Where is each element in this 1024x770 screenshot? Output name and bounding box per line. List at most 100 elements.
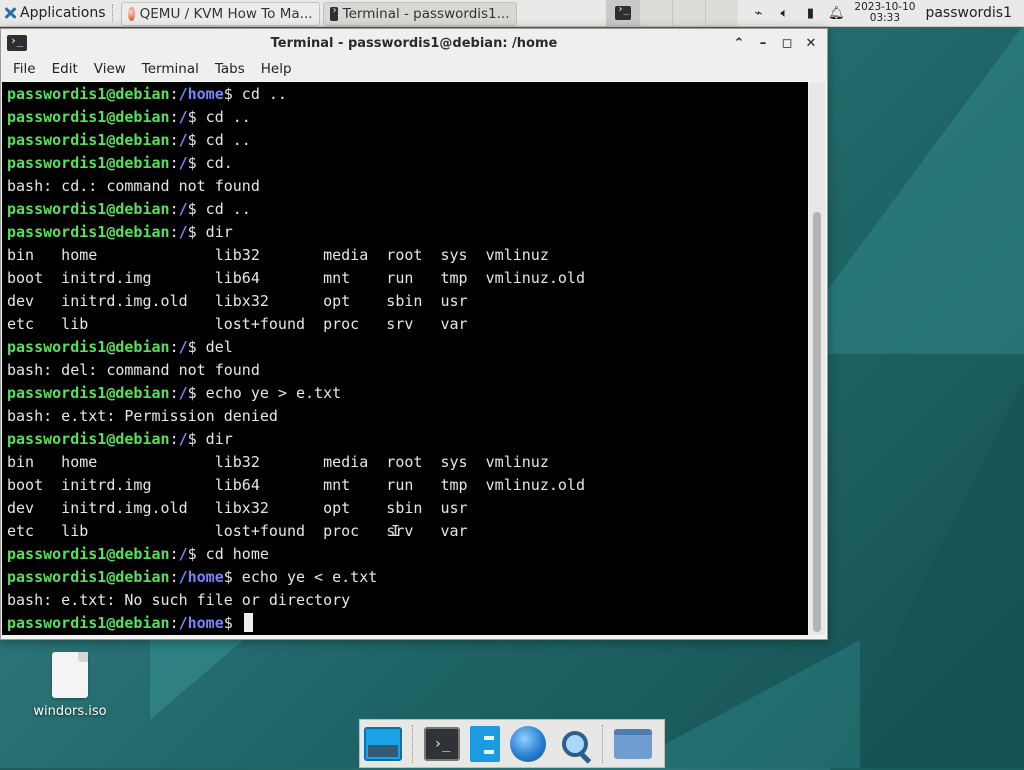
terminal-scrollbar[interactable]	[809, 82, 825, 635]
command-text: $ cd ..	[223, 85, 287, 103]
close-button[interactable]: ✕	[801, 33, 821, 53]
clock[interactable]: 2023-10-10 03:33	[854, 2, 915, 24]
terminal-line: etc lib lost+found proc srv var	[7, 520, 808, 543]
prompt-separator: :	[169, 131, 179, 149]
prompt-separator: :	[169, 200, 179, 218]
text-cursor-icon: I	[391, 522, 401, 540]
menu-edit[interactable]: Edit	[44, 61, 86, 77]
taskbar-item-label: QEMU / KVM How To Ma...	[139, 5, 313, 22]
prompt-separator: :	[169, 85, 179, 103]
terminal-line: passwordis1@debian:/$ cd ..	[7, 129, 808, 152]
app-finder-launcher-icon[interactable]	[556, 726, 592, 762]
notification-bell-icon[interactable]: 🔔︎	[828, 5, 845, 21]
terminal-line: bin home lib32 media root sys vmlinuz	[7, 244, 808, 267]
scrollbar-thumb[interactable]	[813, 212, 821, 632]
terminal-output[interactable]: passwordis1@debian:/home$ cd .. passwordi…	[2, 82, 808, 635]
workspace-2[interactable]	[639, 0, 673, 26]
prompt-user: passwordis1@debian	[7, 614, 170, 632]
panel-separator	[111, 4, 119, 22]
chevron-up-icon[interactable]: ⌃	[729, 33, 749, 53]
web-browser-launcher-icon[interactable]	[510, 725, 546, 762]
terminal-line: passwordis1@debian:/home$	[7, 612, 808, 635]
prompt-path: /	[178, 223, 188, 241]
prompt-path: /home	[178, 85, 224, 103]
window-titlebar[interactable]: Terminal - passwordis1@debian: /home ⌃ –…	[1, 29, 827, 57]
prompt-separator: :	[169, 545, 179, 563]
terminal-line: dev initrd.img.old libx32 opt sbin usr	[7, 290, 808, 313]
workspace-4[interactable]	[705, 0, 739, 26]
output-text: dev initrd.img.old libx32 opt sbin usr	[7, 292, 468, 310]
output-text: bin home lib32 media root sys vmlinuz	[7, 246, 549, 264]
folder-launcher-icon[interactable]	[614, 728, 652, 759]
prompt-path: /	[178, 430, 188, 448]
prompt-path: /	[178, 338, 188, 356]
terminal-line: passwordis1@debian:/$ cd.	[7, 152, 808, 175]
menu-view[interactable]: View	[86, 61, 134, 77]
output-text: bash: del: command not found	[7, 361, 260, 379]
menu-tabs[interactable]: Tabs	[207, 61, 253, 77]
volume-icon[interactable]: 🔈︎	[776, 5, 792, 21]
terminal-icon	[329, 5, 344, 21]
prompt-user: passwordis1@debian	[7, 338, 170, 356]
command-text: $	[223, 614, 242, 632]
prompt-path: /	[178, 384, 188, 402]
show-desktop-button[interactable]	[364, 726, 402, 761]
desktop-file-label: windors.iso	[33, 704, 107, 719]
command-text: $ cd ..	[187, 200, 251, 218]
network-icon[interactable]: ⌁	[750, 5, 766, 21]
taskbar-item-terminal[interactable]: Terminal - passwordis1...	[322, 1, 517, 26]
command-text: $ cd ..	[187, 131, 251, 149]
prompt-separator: :	[169, 384, 179, 402]
applications-label: Applications	[20, 5, 106, 21]
taskbar-item-browser[interactable]: QEMU / KVM How To Ma...	[120, 1, 320, 26]
terminal-line: passwordis1@debian:/$ dir	[7, 221, 808, 244]
dock-separator	[412, 724, 414, 763]
applications-menu-button[interactable]: Applications	[0, 0, 110, 26]
menu-help[interactable]: Help	[253, 61, 300, 77]
terminal-window: Terminal - passwordis1@debian: /home ⌃ –…	[0, 28, 828, 640]
prompt-user: passwordis1@debian	[7, 568, 170, 586]
taskbar-item-label: Terminal - passwordis1...	[342, 5, 510, 22]
battery-icon[interactable]: ▮	[802, 5, 818, 21]
top-panel: Applications QEMU / KVM How To Ma... Ter…	[0, 0, 1024, 27]
command-text: $ dir	[187, 430, 233, 448]
output-text: bin home lib32 media root sys vmlinuz	[7, 453, 549, 471]
menu-bar: File Edit View Terminal Tabs Help	[1, 57, 827, 81]
terminal-line: bash: e.txt: No such file or directory	[7, 589, 808, 612]
output-text: bash: e.txt: Permission denied	[7, 407, 278, 425]
output-text: bash: e.txt: No such file or directory	[7, 591, 351, 609]
terminal-line: dev initrd.img.old libx32 opt sbin usr	[7, 497, 808, 520]
window-title: Terminal - passwordis1@debian: /home	[270, 35, 558, 51]
clock-time: 03:33	[869, 12, 901, 24]
terminal-line: passwordis1@debian:/$ echo ye > e.txt	[7, 382, 808, 405]
terminal-launcher-icon[interactable]	[424, 726, 460, 761]
terminal-line: boot initrd.img lib64 mnt run tmp vmlinu…	[7, 474, 808, 497]
desktop-file-windors-iso[interactable]: windors.iso	[30, 652, 110, 719]
bottom-dock	[359, 719, 665, 768]
prompt-user: passwordis1@debian	[7, 200, 170, 218]
terminal-icon	[7, 34, 27, 51]
user-menu[interactable]: passwordis1	[925, 5, 1016, 21]
workspace-3[interactable]	[672, 0, 706, 26]
output-text: etc lib lost+found proc srv var	[7, 315, 468, 333]
minimize-button[interactable]: –	[753, 33, 773, 53]
terminal-cursor	[243, 613, 253, 632]
prompt-separator: :	[169, 614, 179, 632]
menu-terminal[interactable]: Terminal	[134, 61, 207, 77]
output-text: boot initrd.img lib64 mnt run tmp vmlinu…	[7, 476, 585, 494]
file-manager-launcher-icon[interactable]	[470, 725, 500, 762]
prompt-user: passwordis1@debian	[7, 384, 170, 402]
terminal-line: etc lib lost+found proc srv var	[7, 313, 808, 336]
menu-file[interactable]: File	[5, 61, 44, 77]
terminal-line: passwordis1@debian:/home$ echo ye < e.tx…	[7, 566, 808, 589]
prompt-user: passwordis1@debian	[7, 108, 170, 126]
prompt-path: /	[178, 154, 188, 172]
terminal-line: passwordis1@debian:/$ cd ..	[7, 106, 808, 129]
workspace-1[interactable]	[606, 0, 640, 26]
prompt-separator: :	[169, 154, 179, 172]
command-text: $ echo ye < e.txt	[223, 568, 378, 586]
prompt-separator: :	[169, 430, 179, 448]
terminal-icon	[615, 4, 632, 20]
xfce-logo-icon	[3, 6, 17, 20]
maximize-button[interactable]: ◻	[777, 33, 797, 53]
